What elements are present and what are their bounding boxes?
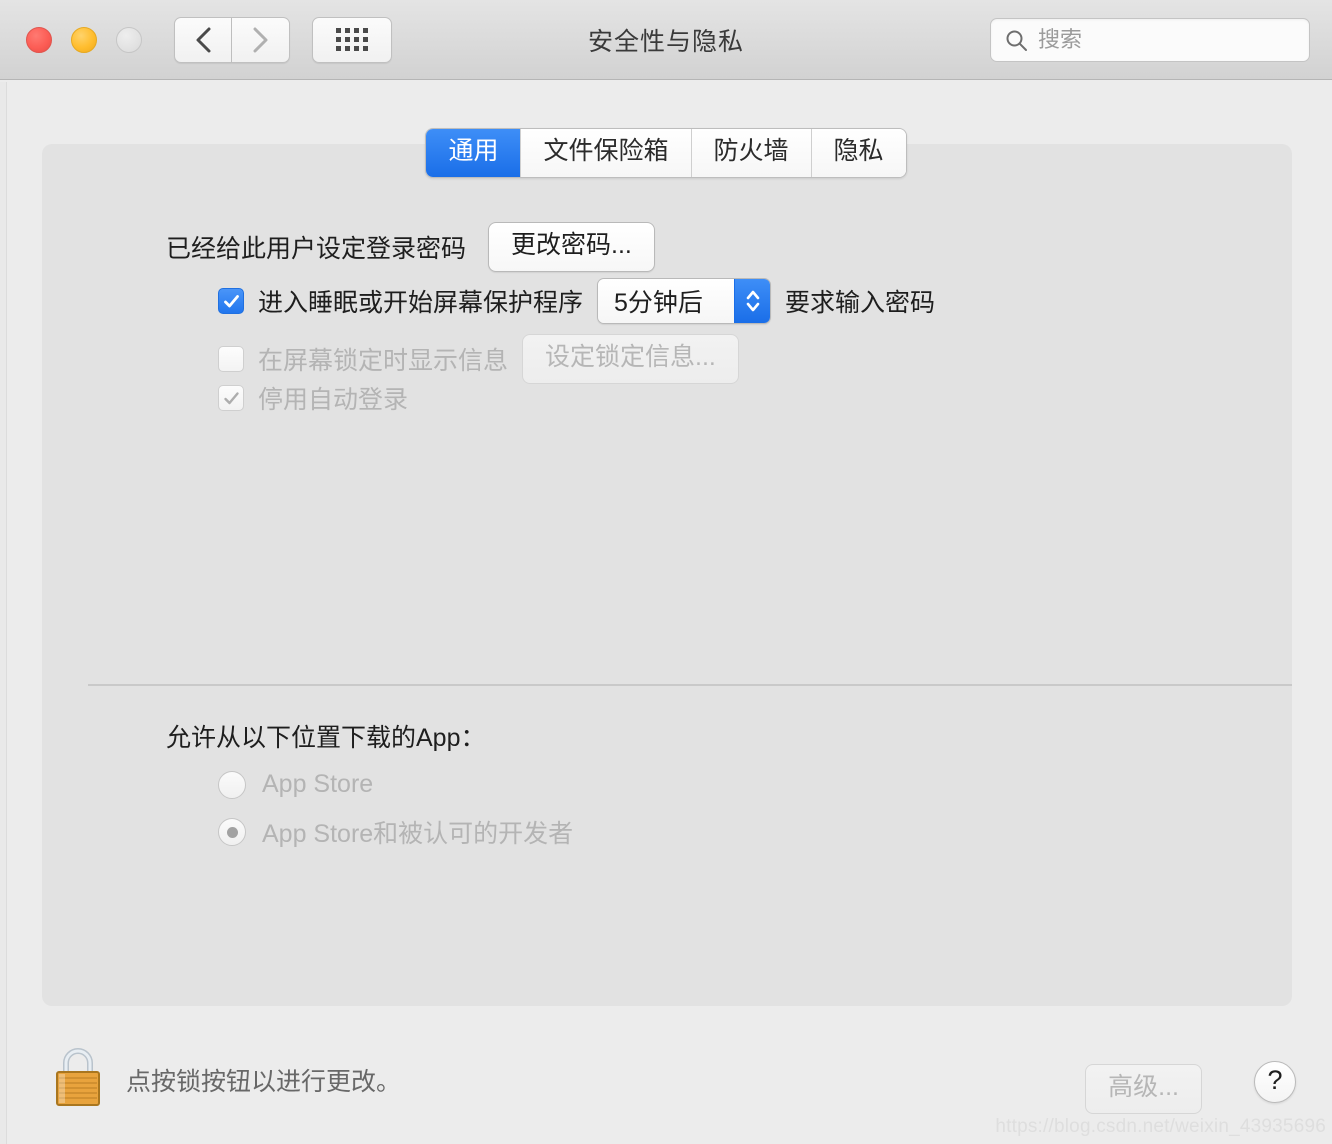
window-footer: 点按锁按钮以进行更改。 高级... ? https://blog.csdn.ne… xyxy=(0,1006,1332,1144)
forward-button xyxy=(232,16,290,63)
tab-filevault[interactable]: 文件保险箱 xyxy=(521,129,692,177)
require-password-suffix-label: 要求输入密码 xyxy=(785,289,936,317)
search-icon xyxy=(1005,29,1028,52)
tab-general[interactable]: 通用 xyxy=(426,129,522,177)
tab-privacy[interactable]: 隐私 xyxy=(811,129,906,177)
radio-app-store-label: App Store xyxy=(262,770,374,798)
back-chevron-icon xyxy=(195,26,212,54)
download-section-heading-row: 允许从以下位置下载的App： xyxy=(166,718,485,754)
login-password-status: 已经给此用户设定登录密码 xyxy=(166,235,467,264)
radio-selected-dot xyxy=(226,826,238,838)
search-input[interactable] xyxy=(1038,27,1288,53)
section-divider xyxy=(88,684,1292,686)
tab-bar: 通用 文件保险箱 防火墙 隐私 xyxy=(0,128,1332,178)
require-password-delay-popup[interactable]: 5分钟后 xyxy=(597,278,772,324)
change-password-button[interactable]: 更改密码... xyxy=(488,222,655,273)
checkmark-icon xyxy=(223,391,239,404)
search-field[interactable] xyxy=(990,18,1310,62)
watermark-text: https://blog.csdn.net/weixin_43935696 xyxy=(995,1116,1326,1137)
disable-auto-login-checkbox xyxy=(218,385,244,411)
traffic-light-group xyxy=(26,26,142,53)
forward-chevron-icon xyxy=(252,26,269,54)
lock-closed-icon[interactable] xyxy=(50,1046,106,1113)
show-lock-message-label: 在屏幕锁定时显示信息 xyxy=(258,347,509,376)
require-password-checkbox[interactable] xyxy=(218,288,244,314)
require-password-row: 进入睡眠或开始屏幕保护程序 5分钟后 要求输入密码 xyxy=(218,278,935,324)
show-all-button[interactable] xyxy=(312,16,392,63)
radio-app-store-identified-developers xyxy=(218,818,246,846)
window-titlebar: 安全性与隐私 xyxy=(0,0,1332,80)
help-button[interactable]: ? xyxy=(1254,1061,1296,1103)
window-left-edge xyxy=(0,82,7,1144)
disable-auto-login-row: 停用自动登录 xyxy=(218,380,408,416)
show-lock-message-checkbox xyxy=(218,346,244,373)
require-password-delay-value: 5分钟后 xyxy=(598,279,735,323)
close-window-button[interactable] xyxy=(26,26,52,53)
radio-app-store xyxy=(218,770,246,799)
grid-icon xyxy=(336,28,368,51)
lock-note-text: 点按锁按钮以进行更改。 xyxy=(126,1067,402,1096)
minimize-window-button[interactable] xyxy=(71,26,97,53)
tab-firewall[interactable]: 防火墙 xyxy=(691,129,812,177)
advanced-button: 高级... xyxy=(1085,1064,1202,1115)
checkmark-icon xyxy=(223,294,239,307)
tab-group: 通用 文件保险箱 防火墙 隐私 xyxy=(425,128,907,178)
lock-row: 点按锁按钮以进行更改。 xyxy=(50,1046,401,1113)
preferences-window: 安全性与隐私 通用 文件保险箱 防火墙 隐私 已经给此用户设定登录密码 更改密码… xyxy=(0,0,1332,1144)
require-password-prefix-label: 进入睡眠或开始屏幕保护程序 xyxy=(258,289,584,317)
stepper-arrows-icon[interactable] xyxy=(734,279,771,323)
general-settings-panel: 已经给此用户设定登录密码 更改密码... 进入睡眠或开始屏幕保护程序 5分钟后 xyxy=(42,144,1292,1006)
disable-auto-login-label: 停用自动登录 xyxy=(258,386,409,414)
download-section-heading: 允许从以下位置下载的App： xyxy=(166,724,486,752)
set-lock-message-button: 设定锁定信息... xyxy=(522,334,739,385)
navigation-buttons xyxy=(174,16,290,63)
back-button[interactable] xyxy=(174,16,232,63)
radio-app-store-identified-developers-label: App Store和被认可的开发者 xyxy=(262,820,574,848)
zoom-window-button xyxy=(116,26,142,53)
download-option-appstore-row: App Store xyxy=(218,770,373,799)
show-lock-message-row: 在屏幕锁定时显示信息 设定锁定信息... xyxy=(218,334,739,385)
download-option-appstore-identified-row: App Store和被认可的开发者 xyxy=(218,814,573,850)
login-password-row: 已经给此用户设定登录密码 更改密码... xyxy=(166,222,655,273)
